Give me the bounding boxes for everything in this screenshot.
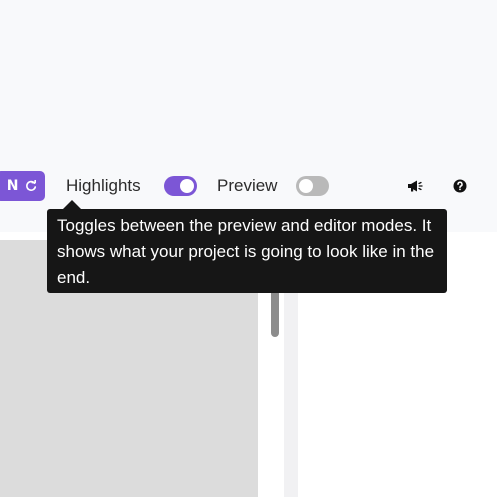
highlights-label: Highlights bbox=[66, 176, 141, 195]
question-circle-icon[interactable] bbox=[453, 179, 467, 193]
canvas-top-area bbox=[0, 0, 497, 232]
preview-toggle[interactable] bbox=[296, 176, 329, 196]
highlights-toggle[interactable] bbox=[164, 176, 197, 196]
preview-toggle-knob bbox=[299, 179, 313, 193]
preview-label: Preview bbox=[217, 176, 278, 195]
run-button-label: N bbox=[6, 178, 19, 194]
app-page: N Highlights Preview Toggles between the… bbox=[0, 0, 497, 497]
tooltip-arrow bbox=[63, 200, 81, 209]
tooltip-text: Toggles between the preview and editor m… bbox=[57, 216, 435, 287]
run-button[interactable]: N bbox=[0, 171, 45, 201]
highlights-toggle-knob bbox=[180, 179, 194, 193]
preview-tooltip: Toggles between the preview and editor m… bbox=[47, 209, 447, 293]
megaphone-icon[interactable] bbox=[407, 179, 423, 193]
refresh-icon bbox=[26, 180, 37, 191]
